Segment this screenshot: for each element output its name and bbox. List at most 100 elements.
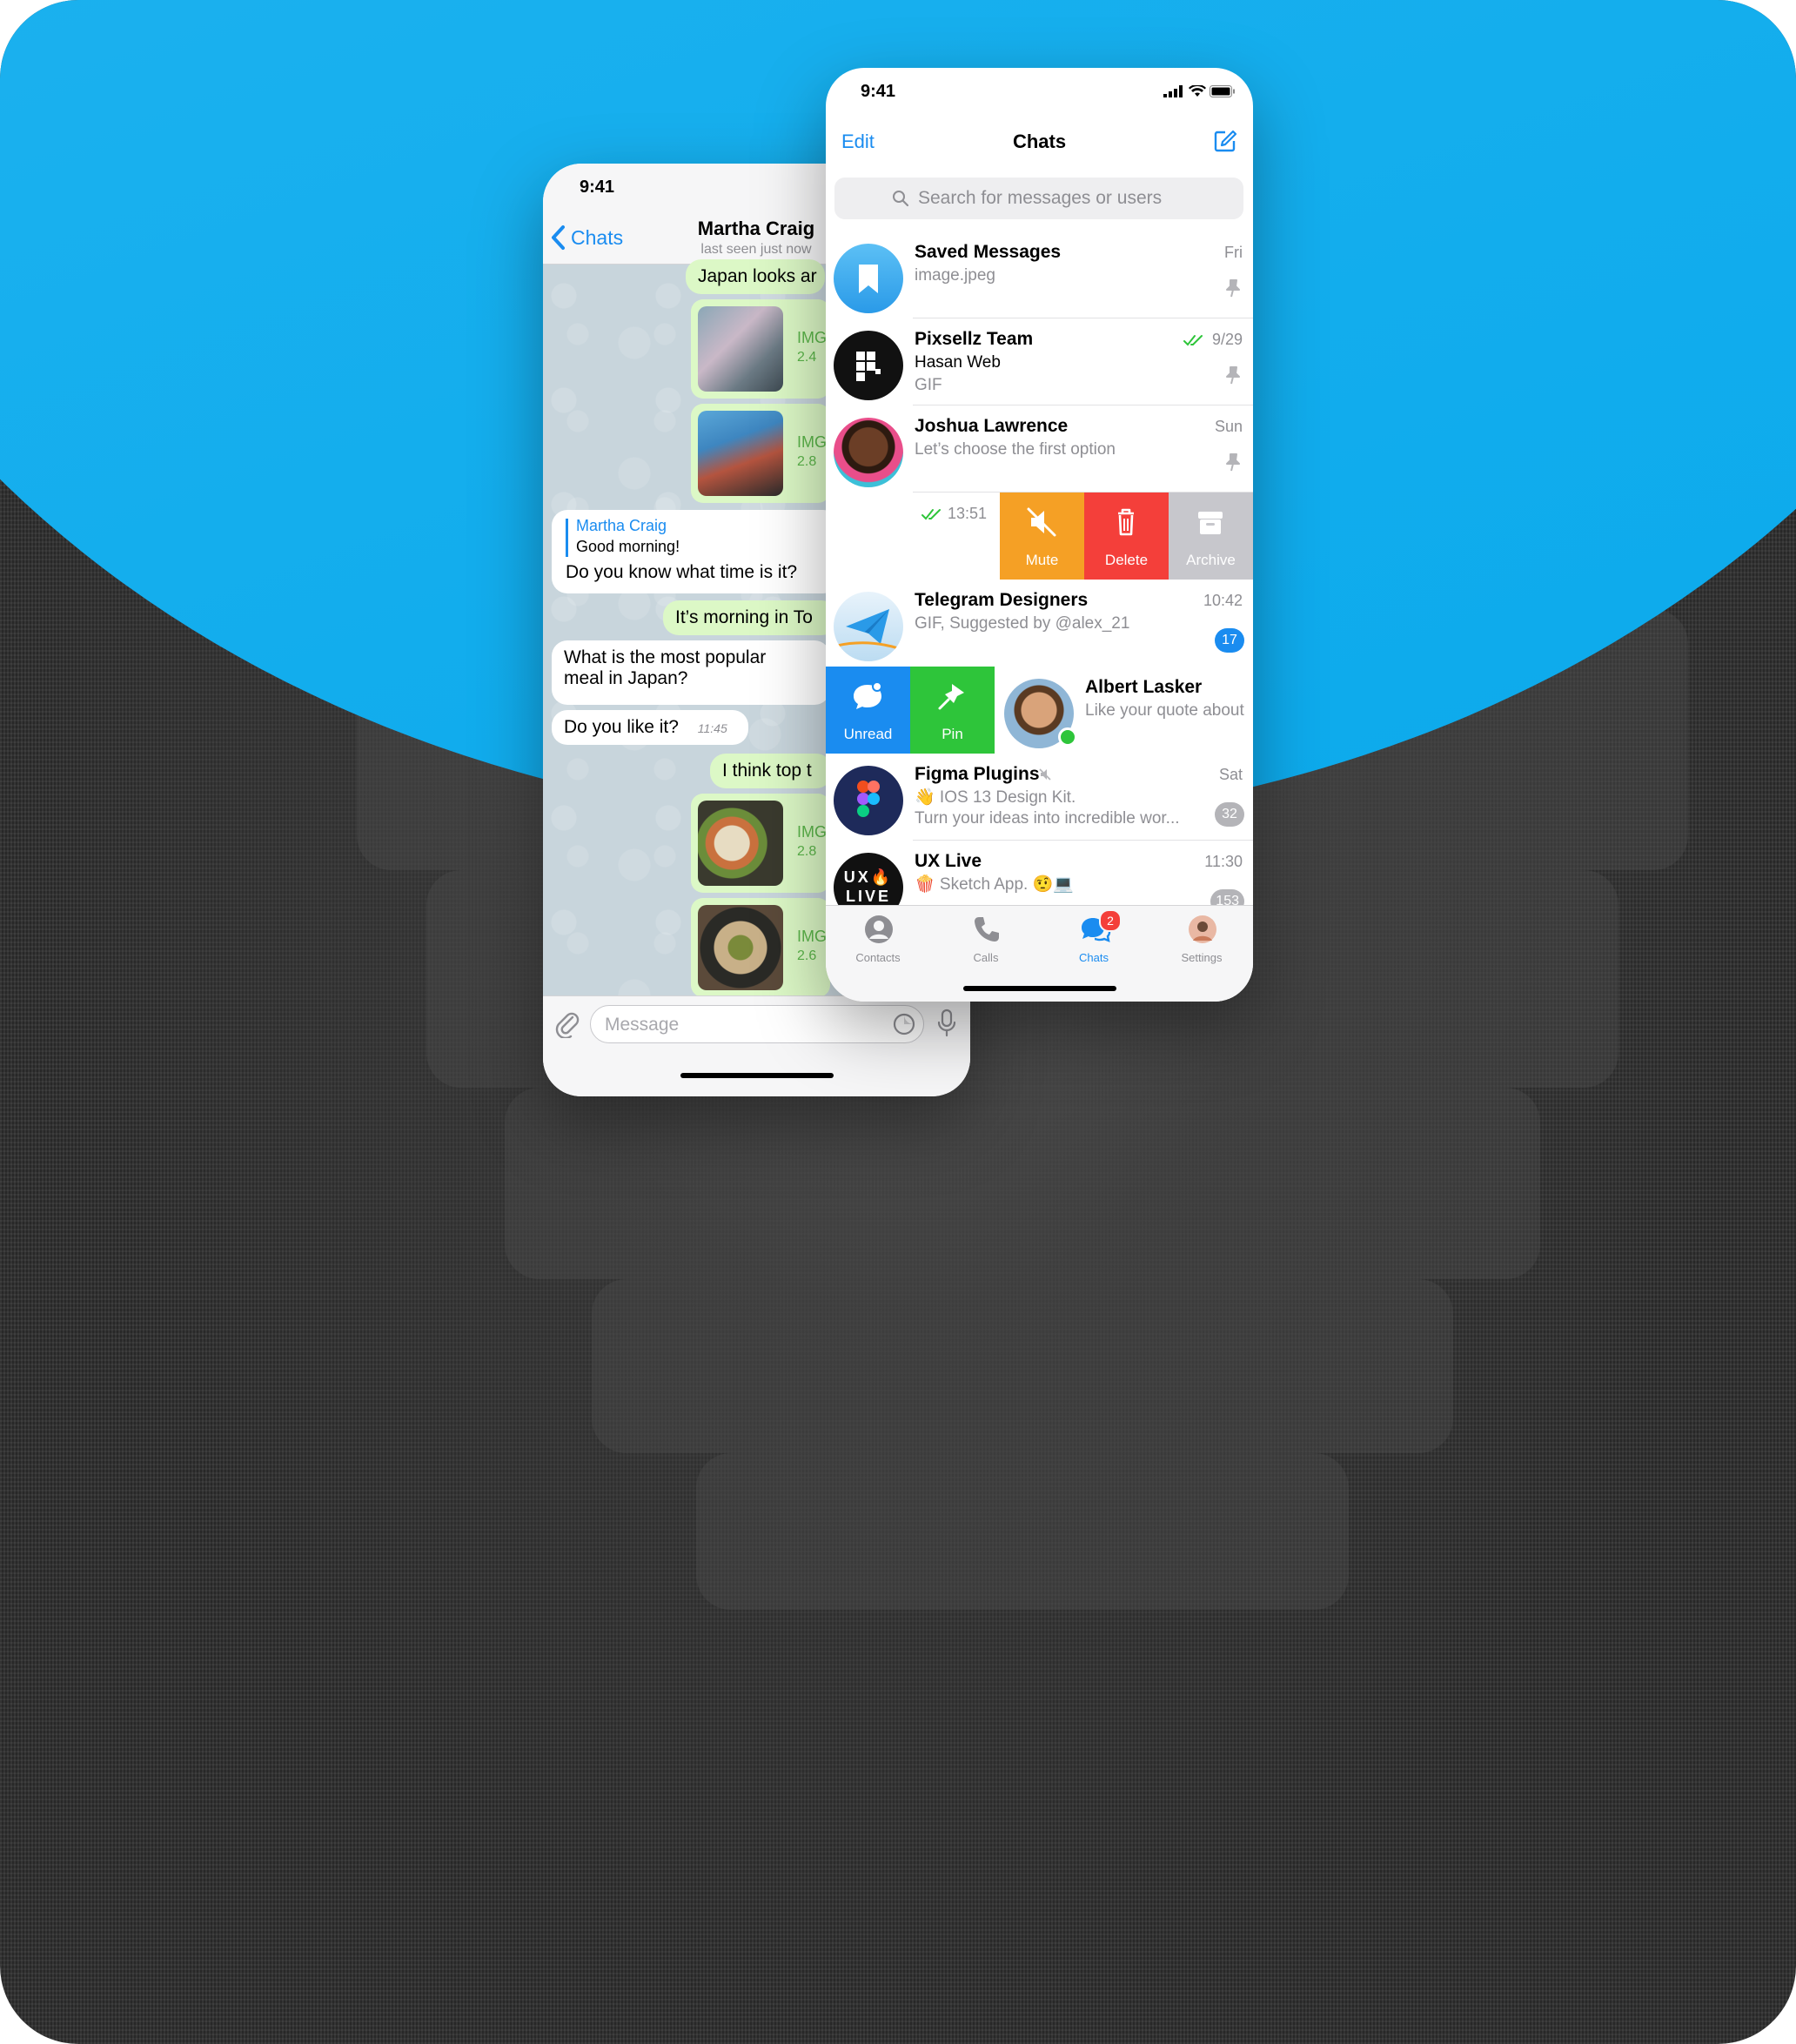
back-label: Chats (571, 226, 624, 249)
message-text: Do you know what time is it? (566, 562, 798, 582)
reply-name: Martha Craig (576, 517, 667, 534)
tab-label: Settings (1181, 951, 1223, 964)
message-text: What is the most popular (564, 647, 767, 667)
home-indicator (963, 986, 1116, 991)
sticker-icon[interactable] (892, 1012, 916, 1036)
phone-icon (975, 917, 999, 942)
chat-name: Figma Plugins (915, 764, 1040, 784)
chat-time: 10:42 (1203, 592, 1243, 609)
online-indicator (1058, 727, 1077, 747)
search-input[interactable]: Search for messages or users (834, 178, 1243, 219)
chat-time: Sat (1218, 766, 1243, 783)
image-message[interactable]: IMG 2.8 (691, 404, 830, 503)
attach-icon[interactable] (553, 1009, 580, 1038)
chat-name: Saved Messages (915, 242, 1062, 262)
muted-icon (1039, 768, 1051, 781)
home-indicator (680, 1073, 834, 1078)
chat-time: Sun (1214, 418, 1243, 435)
chat-name: Albert Lasker (1085, 677, 1203, 697)
tab-bar: Contacts Calls 2 Chats Settings (826, 905, 1253, 1002)
search-placeholder: Search for messages or users (918, 188, 1163, 208)
shadow-step (505, 1088, 1540, 1279)
pin-icon (1226, 453, 1240, 472)
paper-plane-icon (836, 609, 902, 651)
image-size: 2.8 (797, 844, 817, 859)
message-input[interactable]: Message (590, 1005, 924, 1043)
chat-preview: GIF, Suggested by @alex_21 (915, 614, 1130, 633)
image-thumbnail (698, 801, 783, 886)
chat-row-swiped[interactable]: 13:51 Mute Delete Archive (826, 493, 1253, 580)
message-composer: Message (543, 995, 970, 1096)
message-text: meal in Japan? (564, 668, 688, 688)
avatar-text: UX🔥 (843, 868, 894, 886)
archive-button[interactable]: Archive (1169, 493, 1253, 580)
unread-icon (854, 681, 882, 709)
mark-unread-button[interactable]: Unread (826, 667, 910, 754)
avatar-icon (1189, 915, 1216, 943)
tab-label: Chats (1079, 951, 1109, 964)
message-bubble: It’s morning in To (663, 600, 837, 635)
bookmark-icon (859, 265, 878, 293)
tab-chats[interactable]: 2 Chats (1050, 906, 1137, 975)
chat-row-albert-lasker[interactable]: Unread Pin Albert Lasker Like your quote… (826, 667, 1253, 754)
image-message[interactable]: IMG 2.4 (691, 299, 830, 399)
status-time: 9:41 (861, 82, 896, 101)
double-check-icon (921, 509, 941, 520)
shadow-step (696, 1453, 1349, 1610)
mute-icon (1027, 507, 1056, 537)
shadow-step (592, 1279, 1453, 1453)
message-placeholder: Message (605, 1015, 680, 1035)
page-title: Chats (1012, 131, 1067, 152)
figma-logo-icon (857, 781, 880, 817)
chat-name: UX Live (915, 851, 982, 871)
chat-row-joshua-lawrence[interactable]: Joshua Lawrence Let’s choose the first o… (826, 405, 1253, 493)
chat-time: 9/29 (1211, 331, 1243, 348)
chat-row-pixsellz-team[interactable]: Pixsellz Team Hasan Web GIF 9/29 (826, 318, 1253, 405)
image-message[interactable]: IMG 2.6 (691, 898, 830, 997)
message-bubble: I think top t (710, 754, 832, 788)
chat-time: 13:51 (948, 505, 988, 522)
avatar (834, 592, 903, 661)
chat-preview: Like your quote about (1085, 701, 1244, 720)
tab-calls[interactable]: Calls (942, 906, 1029, 975)
chat-row-telegram-designers[interactable]: Telegram Designers GIF, Suggested by @al… (826, 580, 1253, 667)
mute-label: Mute (1025, 552, 1059, 568)
tab-badge: 2 (1099, 909, 1122, 932)
message-time: 11:45 (697, 721, 727, 735)
message-bubble: Japan looks ar (686, 259, 825, 294)
image-label: IMG (797, 329, 827, 346)
message-text: Do you like it? (564, 717, 679, 737)
chat-name: Pixsellz Team (915, 329, 1034, 349)
compose-icon[interactable] (1213, 129, 1237, 153)
image-size: 2.6 (797, 948, 817, 963)
unread-badge: 17 (1215, 628, 1244, 653)
chat-time: 11:30 (1204, 853, 1243, 870)
message-bubble[interactable]: What is the most popular meal in Japan? (552, 640, 830, 705)
reply-message[interactable]: Martha Craig Good morning! Do you know w… (552, 510, 839, 593)
contact-name: Martha Craig (697, 218, 815, 239)
chat-row-saved-messages[interactable]: Saved Messages image.jpeg Fri (826, 231, 1253, 318)
pin-button[interactable]: Pin (910, 667, 995, 754)
microphone-icon[interactable] (936, 1009, 957, 1038)
reply-text: Good morning! (576, 538, 680, 555)
image-message[interactable]: IMG 2.8 (691, 794, 830, 893)
mute-button[interactable]: Mute (1000, 493, 1084, 580)
tab-label: Calls (973, 951, 999, 964)
delete-button[interactable]: Delete (1084, 493, 1169, 580)
chat-preview: 👋 IOS 13 Design Kit. (915, 788, 1076, 807)
chats-phone: 9:41 Edit Chats Search for messages or u… (826, 68, 1253, 1002)
contact-title[interactable]: Martha Craig last seen just now (669, 218, 843, 258)
tab-settings[interactable]: Settings (1158, 906, 1245, 975)
image-thumbnail (698, 411, 783, 496)
archive-label: Archive (1186, 552, 1236, 568)
tab-contacts[interactable]: Contacts (834, 906, 921, 975)
chat-name: Telegram Designers (915, 590, 1089, 610)
trash-icon (1118, 508, 1134, 536)
avatar (834, 418, 903, 487)
image-label: IMG (797, 928, 827, 945)
chat-sender: Hasan Web (915, 353, 1001, 372)
avatar (834, 331, 903, 400)
chat-row-figma-plugins[interactable]: Figma Plugins 👋 IOS 13 Design Kit. Turn … (826, 754, 1253, 841)
status-icons (1163, 84, 1236, 102)
message-bubble[interactable]: Do you like it? 11:45 (552, 710, 748, 745)
